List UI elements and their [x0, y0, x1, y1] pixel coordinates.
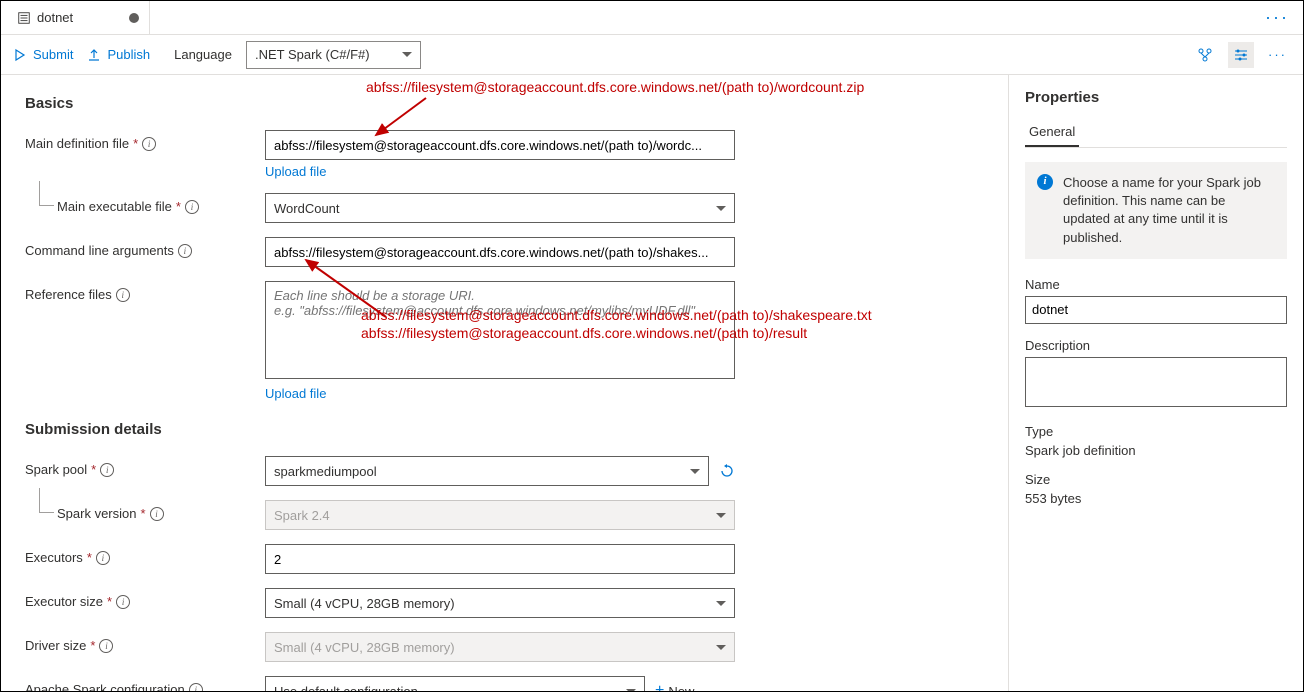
apache-config-label: Apache Spark configuration i [25, 676, 265, 691]
publish-icon [87, 48, 101, 62]
info-icon[interactable]: i [116, 288, 130, 302]
properties-panel: Properties General i Choose a name for y… [1008, 75, 1303, 691]
info-icon[interactable]: i [150, 507, 164, 521]
main-def-input[interactable] [265, 130, 735, 160]
chevron-down-icon [626, 689, 636, 692]
plus-icon: + [655, 682, 664, 691]
submission-heading: Submission details [25, 421, 984, 438]
submit-label: Submit [33, 47, 73, 62]
info-icon[interactable]: i [185, 200, 199, 214]
info-icon[interactable]: i [99, 639, 113, 653]
tab-general[interactable]: General [1025, 118, 1079, 147]
file-icon [17, 11, 31, 25]
action-bar: Submit Publish Language .NET Spark (C#/F… [1, 35, 1303, 75]
info-text: Choose a name for your Spark job definit… [1063, 174, 1275, 247]
desc-input[interactable] [1025, 357, 1287, 407]
type-value: Spark job definition [1025, 443, 1287, 458]
more-icon[interactable]: ··· [1264, 43, 1291, 66]
apache-config-select[interactable]: Use default configuration [265, 676, 645, 691]
info-icon[interactable]: i [178, 244, 192, 258]
info-box: i Choose a name for your Spark job defin… [1025, 162, 1287, 259]
language-select[interactable]: .NET Spark (C#/F#) [246, 41, 421, 69]
executor-size-label: Executor size * i [25, 588, 265, 609]
info-icon[interactable]: i [142, 137, 156, 151]
spark-version-label: Spark version * i [25, 500, 265, 521]
desc-label: Description [1025, 338, 1287, 353]
ref-files-input[interactable] [265, 281, 735, 379]
related-icon[interactable] [1192, 42, 1218, 68]
new-config-link[interactable]: +New [655, 682, 694, 691]
refresh-button[interactable] [719, 463, 735, 479]
tab-dotnet[interactable]: dotnet [7, 1, 150, 34]
driver-size-label: Driver size * i [25, 632, 265, 653]
size-label: Size [1025, 472, 1287, 487]
tab-overflow-icon[interactable]: ··· [1257, 7, 1297, 28]
info-circle-icon: i [1037, 174, 1053, 190]
settings-icon[interactable] [1228, 42, 1254, 68]
basics-heading: Basics [25, 95, 984, 112]
executor-size-select[interactable]: Small (4 vCPU, 28GB memory) [265, 588, 735, 618]
tab-bar: dotnet ··· [1, 1, 1303, 35]
language-value: .NET Spark (C#/F#) [255, 47, 370, 62]
chevron-down-icon [690, 469, 700, 474]
properties-heading: Properties [1025, 89, 1287, 106]
unsaved-indicator-icon [129, 13, 139, 23]
cmd-args-input[interactable] [265, 237, 735, 267]
properties-tabs: General [1025, 118, 1287, 148]
chevron-down-icon [402, 52, 412, 57]
ref-files-label: Reference files i [25, 281, 265, 302]
info-icon[interactable]: i [100, 463, 114, 477]
submit-button[interactable]: Submit [13, 47, 73, 62]
info-icon[interactable]: i [96, 551, 110, 565]
main-def-label: Main definition file * i [25, 130, 265, 151]
type-label: Type [1025, 424, 1287, 439]
spark-pool-select[interactable]: sparkmediumpool [265, 456, 709, 486]
executors-input[interactable] [265, 544, 735, 574]
spark-version-select: Spark 2.4 [265, 500, 735, 530]
size-value: 553 bytes [1025, 491, 1287, 506]
main-exec-select[interactable]: WordCount [265, 193, 735, 223]
chevron-down-icon [716, 513, 726, 518]
form-panel: abfss://filesystem@storageaccount.dfs.co… [1, 75, 1008, 691]
publish-label: Publish [107, 47, 150, 62]
cmd-args-label: Command line arguments i [25, 237, 265, 258]
publish-button[interactable]: Publish [87, 47, 150, 62]
upload-file-link-2[interactable]: Upload file [265, 386, 326, 401]
main-exec-label: Main executable file * i [25, 193, 265, 214]
chevron-down-icon [716, 601, 726, 606]
annotation-1: abfss://filesystem@storageaccount.dfs.co… [366, 79, 864, 95]
spark-pool-label: Spark pool * i [25, 456, 265, 477]
play-icon [13, 48, 27, 62]
executors-label: Executors * i [25, 544, 265, 565]
language-label: Language [174, 47, 232, 62]
tab-title: dotnet [37, 10, 73, 25]
name-input[interactable] [1025, 296, 1287, 324]
info-icon[interactable]: i [116, 595, 130, 609]
driver-size-select: Small (4 vCPU, 28GB memory) [265, 632, 735, 662]
chevron-down-icon [716, 645, 726, 650]
name-label: Name [1025, 277, 1287, 292]
upload-file-link-1[interactable]: Upload file [265, 164, 326, 179]
info-icon[interactable]: i [189, 683, 203, 692]
chevron-down-icon [716, 206, 726, 211]
